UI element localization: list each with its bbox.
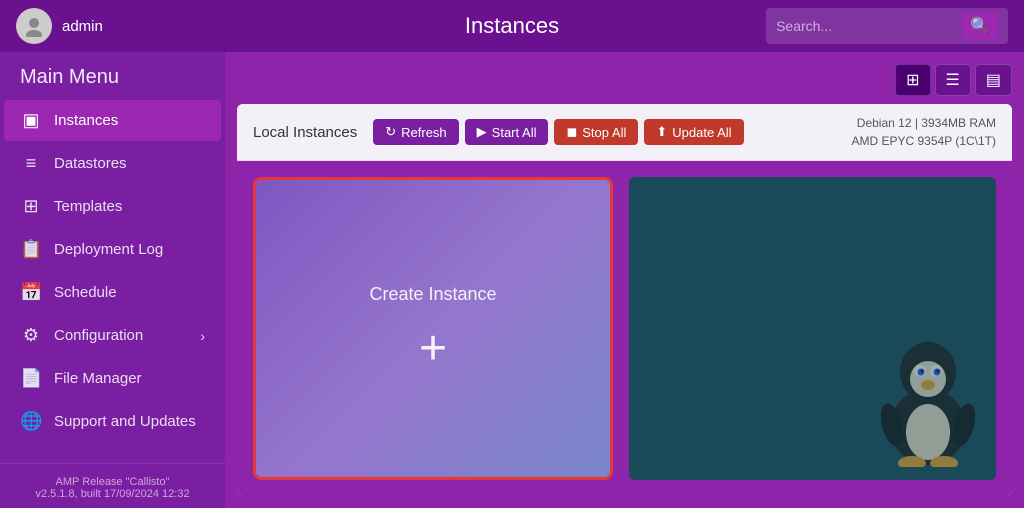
start-icon: ▶ — [477, 124, 487, 140]
grid-view-button[interactable]: ⊞ — [895, 64, 930, 96]
schedule-icon: 📅 — [20, 282, 42, 303]
support-icon: 🌐 — [20, 411, 42, 432]
refresh-button[interactable]: ↻ Refresh — [373, 119, 458, 145]
refresh-icon: ↻ — [385, 124, 396, 140]
sidebar-item-deployment-log[interactable]: 📋 Deployment Log — [4, 229, 221, 270]
sidebar-item-templates[interactable]: ⊞ Templates — [4, 186, 221, 227]
sidebar-item-file-manager[interactable]: 📄 File Manager — [4, 358, 221, 399]
sidebar-item-datastores[interactable]: ≡ Datastores — [4, 143, 221, 184]
instances-icon: ▣ — [20, 110, 42, 131]
main-content: ⊞ ☰ ▤ Local Instances ↻ Refresh ▶ Start … — [225, 52, 1024, 508]
search-input[interactable] — [776, 18, 956, 34]
tux-mascot — [868, 327, 988, 472]
update-all-button[interactable]: ⬆ Update All — [644, 119, 743, 145]
sidebar-item-label: Configuration — [54, 327, 143, 344]
instances-panel: Local Instances ↻ Refresh ▶ Start All ◼ … — [237, 104, 1012, 496]
update-icon: ⬆ — [656, 124, 667, 140]
instances-info-line1: Debian 12 | 3934MB RAM — [852, 114, 997, 132]
search-bar: 🔍 — [766, 8, 1008, 44]
footer-line1: AMP Release "Callisto" — [16, 476, 209, 488]
create-instance-card[interactable]: Create Instance + — [253, 177, 613, 480]
sidebar-item-schedule[interactable]: 📅 Schedule — [4, 272, 221, 313]
view-toggles: ⊞ ☰ ▤ — [237, 64, 1012, 96]
sidebar-footer: AMP Release "Callisto" v2.5.1.8, built 1… — [0, 463, 225, 508]
instances-right-panel — [629, 177, 996, 480]
sidebar-item-label: Schedule — [54, 284, 117, 301]
instances-header: Local Instances ↻ Refresh ▶ Start All ◼ … — [237, 104, 1012, 161]
sidebar-menu-label: Main Menu — [0, 52, 225, 99]
sidebar-item-label: Deployment Log — [54, 241, 163, 258]
start-all-button[interactable]: ▶ Start All — [465, 119, 549, 145]
instances-info-line2: AMD EPYC 9354P (1C\1T) — [852, 132, 997, 150]
stop-all-button[interactable]: ◼ Stop All — [554, 119, 638, 145]
sidebar-item-instances[interactable]: ▣ Instances — [4, 100, 221, 141]
chevron-right-icon: › — [200, 328, 205, 344]
sidebar-item-label: File Manager — [54, 370, 142, 387]
footer-line2: v2.5.1.8, built 17/09/2024 12:32 — [16, 488, 209, 500]
detail-view-button[interactable]: ▤ — [975, 64, 1012, 96]
page-title: Instances — [465, 13, 559, 39]
body: Main Menu ▣ Instances ≡ Datastores ⊞ Tem… — [0, 52, 1024, 508]
deployment-log-icon: 📋 — [20, 239, 42, 260]
sidebar-item-label: Templates — [54, 198, 122, 215]
templates-icon: ⊞ — [20, 196, 42, 217]
datastores-icon: ≡ — [20, 153, 42, 174]
configuration-icon: ⚙ — [20, 325, 42, 346]
sidebar-item-label: Instances — [54, 112, 118, 129]
sidebar-item-configuration[interactable]: ⚙ Configuration › — [4, 315, 221, 356]
create-instance-label: Create Instance — [369, 284, 496, 305]
search-button[interactable]: 🔍 — [962, 12, 998, 40]
plus-icon: + — [419, 325, 447, 373]
instances-panel-title: Local Instances — [253, 124, 357, 141]
sidebar-item-label: Support and Updates — [54, 413, 196, 430]
list-view-button[interactable]: ☰ — [935, 64, 971, 96]
sidebar: Main Menu ▣ Instances ≡ Datastores ⊞ Tem… — [0, 52, 225, 508]
file-manager-icon: 📄 — [20, 368, 42, 389]
username-label: admin — [62, 18, 103, 35]
header: admin Instances 🔍 — [0, 0, 1024, 52]
avatar[interactable] — [16, 8, 52, 44]
stop-icon: ◼ — [566, 124, 577, 140]
sidebar-item-label: Datastores — [54, 155, 127, 172]
instances-body: Create Instance + — [237, 161, 1012, 496]
instances-info: Debian 12 | 3934MB RAM AMD EPYC 9354P (1… — [852, 114, 997, 150]
sidebar-item-support-updates[interactable]: 🌐 Support and Updates — [4, 401, 221, 442]
